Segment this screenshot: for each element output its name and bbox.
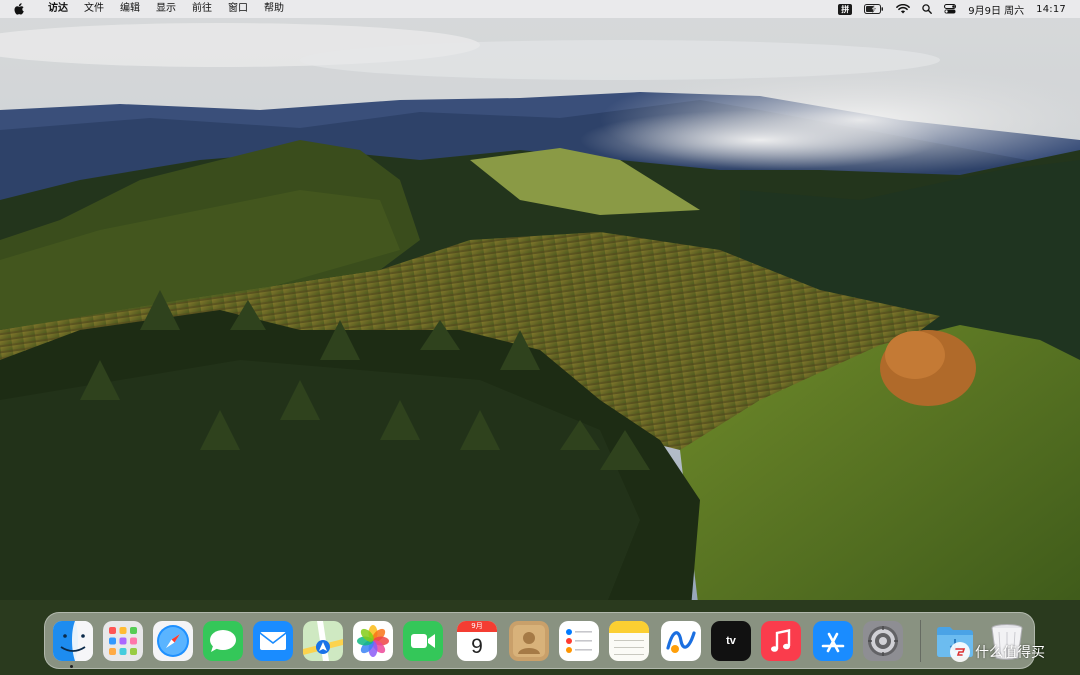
menu-window[interactable]: 窗口: [220, 0, 256, 18]
mail-icon[interactable]: [253, 621, 293, 661]
menu-bar-left: 访达 文件 编辑 显示 前往 窗口 帮助: [0, 0, 292, 18]
smzdm-logo-icon: [950, 642, 970, 662]
safari-icon[interactable]: [153, 621, 193, 661]
tv-label: tv: [726, 635, 736, 647]
apple-logo-icon[interactable]: [14, 3, 26, 15]
maps-icon[interactable]: [303, 621, 343, 661]
menu-clock[interactable]: 14:17: [1036, 0, 1066, 18]
input-method-badge: 拼: [838, 3, 853, 15]
music-icon[interactable]: [761, 621, 801, 661]
desktop-wallpaper: [0, 0, 1080, 675]
spotlight-search-icon[interactable]: [922, 0, 933, 18]
photos-icon[interactable]: [353, 621, 393, 661]
wifi-icon[interactable]: [896, 0, 911, 18]
control-center-icon[interactable]: [944, 0, 957, 18]
finder-icon[interactable]: [53, 621, 93, 661]
menu-help[interactable]: 帮助: [256, 0, 292, 18]
system-settings-icon[interactable]: [863, 621, 903, 661]
menu-bar-right: 拼 9月9日 周六 14:17: [826, 0, 1080, 18]
app-store-icon[interactable]: [813, 621, 853, 661]
facetime-icon[interactable]: [403, 621, 443, 661]
menu-view[interactable]: 显示: [148, 0, 184, 18]
notes-icon[interactable]: [609, 621, 649, 661]
battery-charging-icon[interactable]: [864, 0, 884, 18]
menu-go[interactable]: 前往: [184, 0, 220, 18]
freeform-icon[interactable]: [661, 621, 701, 661]
watermark-text: 什么值得买: [975, 645, 1045, 661]
apple-tv-icon[interactable]: tv: [711, 621, 751, 661]
contacts-icon[interactable]: [509, 621, 549, 661]
calendar-day: 9: [471, 635, 483, 658]
dock-divider: [920, 620, 921, 662]
launchpad-icon[interactable]: [103, 621, 143, 661]
messages-icon[interactable]: [203, 621, 243, 661]
menu-bar: 访达 文件 编辑 显示 前往 窗口 帮助 拼 9月9日 周六 14:17: [0, 0, 1080, 18]
smzdm-watermark: 什么值得买: [950, 641, 1045, 663]
calendar-icon[interactable]: 9月 9: [457, 621, 497, 661]
finder-running-indicator: [70, 665, 73, 668]
menu-date[interactable]: 9月9日 周六: [968, 0, 1024, 18]
calendar-month: 9月: [457, 621, 497, 632]
menu-edit[interactable]: 编辑: [112, 0, 148, 18]
input-method-menu[interactable]: 拼: [838, 0, 853, 18]
menu-app-name[interactable]: 访达: [40, 0, 76, 18]
dock: 9月 9 tv: [44, 612, 1035, 669]
menu-file[interactable]: 文件: [76, 0, 112, 18]
reminders-icon[interactable]: [559, 621, 599, 661]
